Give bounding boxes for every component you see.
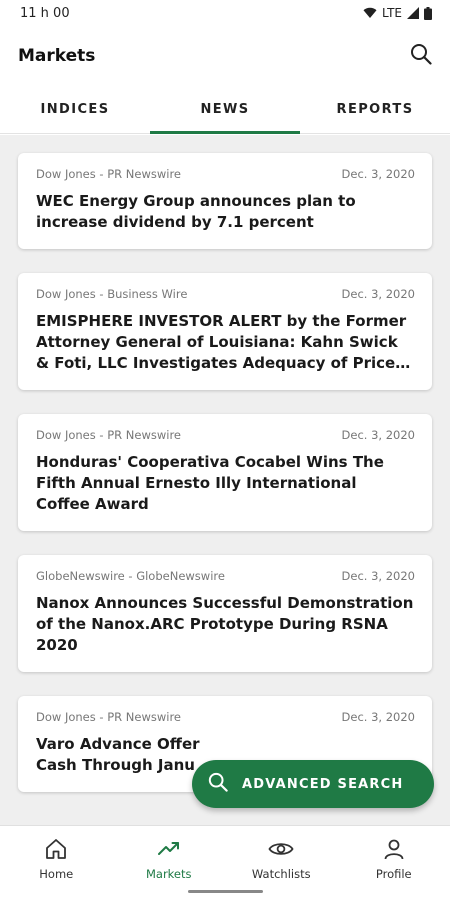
nav-label: Markets bbox=[145, 867, 192, 881]
battery-icon bbox=[424, 6, 432, 20]
news-card[interactable]: Dow Jones - PR Newswire Dec. 3, 2020 Hon… bbox=[18, 414, 432, 531]
tab-label: REPORTS bbox=[336, 102, 414, 117]
news-date: Dec. 3, 2020 bbox=[341, 167, 415, 181]
news-feed[interactable]: Dow Jones - PR Newswire Dec. 3, 2020 WEC… bbox=[0, 135, 450, 825]
home-icon bbox=[42, 836, 70, 862]
news-source: Dow Jones - PR Newswire bbox=[36, 167, 182, 181]
news-date: Dec. 3, 2020 bbox=[341, 287, 415, 301]
news-source: Dow Jones - PR Newswire bbox=[36, 428, 182, 442]
news-card[interactable]: Dow Jones - Business Wire Dec. 3, 2020 E… bbox=[18, 273, 432, 390]
trending-up-icon bbox=[155, 836, 183, 862]
home-indicator[interactable] bbox=[188, 890, 263, 893]
search-icon bbox=[208, 772, 228, 796]
news-card[interactable]: GlobeNewswire - GlobeNewswire Dec. 3, 20… bbox=[18, 555, 432, 672]
news-source: Dow Jones - Business Wire bbox=[36, 287, 188, 301]
tab-news[interactable]: NEWS bbox=[150, 86, 300, 134]
network-type: LTE bbox=[382, 6, 402, 20]
nav-watchlists[interactable]: Watchlists bbox=[225, 826, 338, 900]
news-headline: Nanox Announces Successful Demonstration… bbox=[36, 594, 414, 654]
news-card[interactable]: Dow Jones - PR Newswire Dec. 3, 2020 WEC… bbox=[18, 153, 432, 249]
news-source: Dow Jones - PR Newswire bbox=[36, 710, 182, 724]
news-date: Dec. 3, 2020 bbox=[341, 428, 415, 442]
status-time: 11 h 00 bbox=[20, 5, 70, 21]
nav-label: Profile bbox=[375, 867, 412, 881]
person-icon bbox=[380, 836, 408, 862]
nav-label: Home bbox=[39, 867, 74, 881]
news-meta: Dow Jones - PR Newswire Dec. 3, 2020 bbox=[36, 710, 415, 724]
bottom-nav: Home Markets Watchlists Profile bbox=[0, 825, 450, 900]
tab-reports[interactable]: REPORTS bbox=[300, 86, 450, 133]
news-meta: Dow Jones - Business Wire Dec. 3, 2020 bbox=[36, 287, 415, 301]
news-headline: EMISPHERE INVESTOR ALERT by the Former A… bbox=[36, 312, 407, 372]
news-date: Dec. 3, 2020 bbox=[341, 569, 415, 583]
page-title: Markets bbox=[18, 46, 96, 66]
nav-markets[interactable]: Markets bbox=[113, 826, 226, 900]
news-meta: GlobeNewswire - GlobeNewswire Dec. 3, 20… bbox=[36, 569, 415, 583]
eye-icon bbox=[267, 836, 295, 862]
nav-label: Watchlists bbox=[251, 867, 311, 881]
tab-label: NEWS bbox=[200, 102, 250, 117]
search-button[interactable] bbox=[404, 39, 438, 73]
status-icons: LTE bbox=[363, 6, 432, 20]
tab-indices[interactable]: INDICES bbox=[0, 86, 150, 133]
news-meta: Dow Jones - PR Newswire Dec. 3, 2020 bbox=[36, 428, 415, 442]
news-date: Dec. 3, 2020 bbox=[341, 710, 415, 724]
search-icon bbox=[410, 43, 432, 69]
app-bar: Markets bbox=[0, 26, 450, 86]
advanced-search-label: ADVANCED SEARCH bbox=[242, 776, 404, 792]
signal-icon bbox=[407, 7, 419, 19]
nav-profile[interactable]: Profile bbox=[338, 826, 450, 900]
status-bar: 11 h 00 LTE bbox=[0, 0, 450, 26]
tab-bar: INDICES NEWS REPORTS bbox=[0, 86, 450, 134]
news-meta: Dow Jones - PR Newswire Dec. 3, 2020 bbox=[36, 167, 415, 181]
news-headline: Honduras' Cooperativa Cocabel Wins The F… bbox=[36, 453, 384, 513]
news-headline: Varo Advance Offer Cash Through Janu bbox=[36, 735, 200, 774]
news-source: GlobeNewswire - GlobeNewswire bbox=[36, 569, 225, 583]
tab-label: INDICES bbox=[40, 102, 110, 117]
nav-home[interactable]: Home bbox=[0, 826, 113, 900]
news-headline: WEC Energy Group announces plan to incre… bbox=[36, 192, 356, 231]
wifi-icon bbox=[363, 7, 377, 19]
advanced-search-button[interactable]: ADVANCED SEARCH bbox=[192, 760, 434, 808]
